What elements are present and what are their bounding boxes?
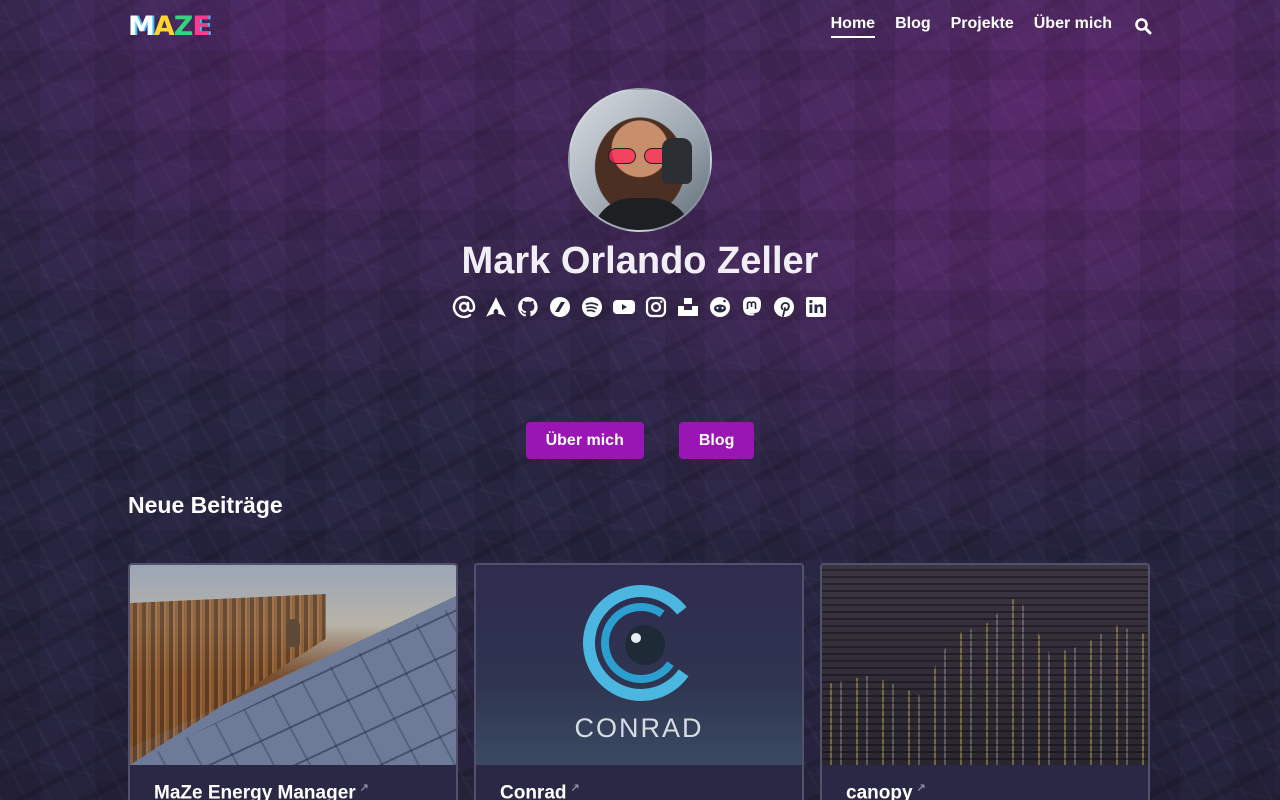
post-card[interactable]: canopy ↗ [820,563,1150,800]
youtube-icon[interactable] [612,295,636,319]
site-logo[interactable]: M A Z E [128,10,211,42]
about-button[interactable]: Über mich [525,422,644,459]
main-nav: Home Blog Projekte Über mich [830,15,1152,38]
post-title[interactable]: Conrad ↗ [476,765,802,800]
social-links [0,295,1280,319]
github-icon[interactable] [516,295,540,319]
post-image-conrad: CONRAD [476,565,802,765]
post-card[interactable]: CONRAD Conrad ↗ [474,563,804,800]
logo-letter: M [128,10,155,42]
unsplash-icon[interactable] [676,295,700,319]
logo-letter: E [192,10,210,42]
nav-ueber-mich[interactable]: Über mich [1034,15,1112,38]
post-card[interactable]: MaZe Energy Manager ↗ [128,563,458,800]
reddit-icon[interactable] [708,295,732,319]
avatar [568,88,712,232]
logo-letter: Z [173,10,194,42]
instagram-icon[interactable] [644,295,668,319]
blog-button[interactable]: Blog [678,422,755,459]
arch-linux-icon[interactable] [484,295,508,319]
nav-blog[interactable]: Blog [895,15,931,38]
external-link-icon: ↗ [916,782,926,794]
nav-projekte[interactable]: Projekte [951,15,1014,38]
logo-letter: A [153,10,175,42]
post-cards: MaZe Energy Manager ↗ CONRAD Conrad ↗ cano… [128,563,1152,800]
conrad-logo-icon [583,585,699,701]
post-title[interactable]: MaZe Energy Manager ↗ [130,765,456,800]
email-icon[interactable] [452,295,476,319]
conrad-logo-text: CONRAD [574,713,704,743]
pinterest-icon[interactable] [772,295,796,319]
mastodon-icon[interactable] [740,295,764,319]
post-title[interactable]: canopy ↗ [822,765,1148,800]
linkedin-icon[interactable] [804,295,828,319]
section-heading: Neue Beiträge [128,492,283,518]
nav-home[interactable]: Home [830,15,876,38]
spotify-icon[interactable] [580,295,604,319]
external-link-icon: ↗ [359,782,369,794]
profile-name: Mark Orlando Zeller [461,240,819,282]
post-image-canopy [822,565,1148,765]
hero-buttons: Über mich Blog [0,422,1280,459]
post-image-solar [130,565,456,765]
codeberg-icon[interactable] [548,295,572,319]
external-link-icon: ↗ [570,782,580,794]
search-icon[interactable] [1134,17,1152,35]
site-header: M A Z E Home Blog Projekte Über mich [128,0,1152,52]
hero-section: Mark Orlando Zeller [0,88,1280,319]
